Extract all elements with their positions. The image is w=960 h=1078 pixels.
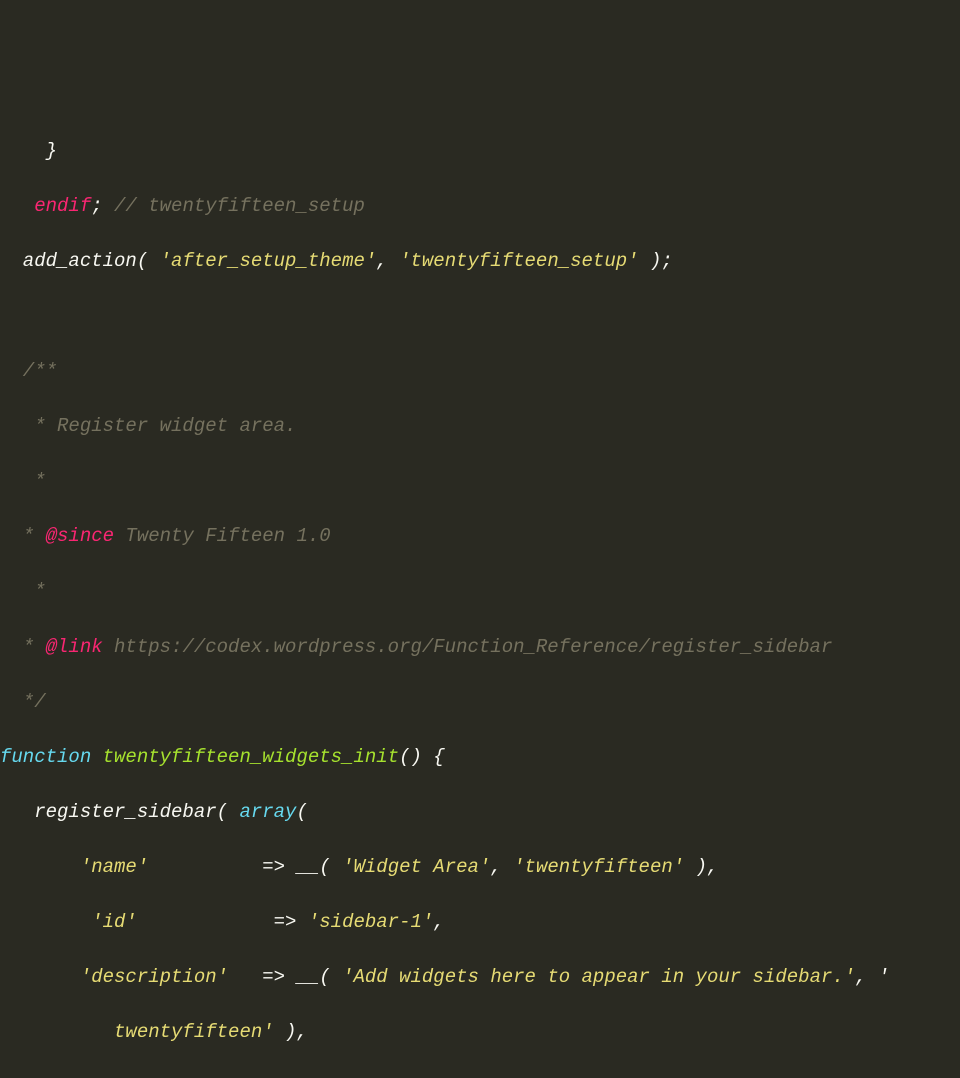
code-line: 'id' => 'sidebar-1', xyxy=(0,909,960,937)
code-line: register_sidebar( array( xyxy=(0,799,960,827)
array-key: 'name' xyxy=(0,856,148,878)
code-line: */ xyxy=(0,689,960,717)
paren-brace: () { xyxy=(399,746,445,768)
docblock-line: * xyxy=(0,470,46,492)
string: '<aside id="%1$s" class="widget %2$s">' xyxy=(285,1076,730,1078)
paren: ( xyxy=(319,966,342,988)
code-line xyxy=(0,303,960,331)
array-key: 'description' xyxy=(0,966,228,988)
function-call: add_action xyxy=(0,250,137,272)
arrow: => xyxy=(228,966,296,988)
docblock-url: https://codex.wordpress.org/Function_Ref… xyxy=(103,636,833,658)
docblock-line: * Register widget area. xyxy=(0,415,296,437)
docblock-tag-link: @link xyxy=(46,636,103,658)
string: 'Widget Area' xyxy=(342,856,490,878)
paren: ( xyxy=(319,856,342,878)
paren-close: ), xyxy=(684,856,718,878)
docblock-open: /** xyxy=(0,360,57,382)
code-editor: } endif; // twentyfifteen_setup add_acti… xyxy=(0,110,960,1078)
arrow: => xyxy=(239,1076,285,1078)
brace: } xyxy=(0,140,57,162)
comment: // twentyfifteen_setup xyxy=(114,195,365,217)
docblock-star: * xyxy=(0,525,46,547)
docblock-tag-since: @since xyxy=(46,525,114,547)
comma: , xyxy=(433,911,444,933)
comma: , xyxy=(490,856,513,878)
code-line: function twentyfifteen_widgets_init() { xyxy=(0,744,960,772)
code-line: } xyxy=(0,138,960,166)
string: 'after_setup_theme' xyxy=(160,250,377,272)
docblock-star: * xyxy=(0,636,46,658)
code-line: endif; // twentyfifteen_setup xyxy=(0,193,960,221)
string: 'Add widgets here to appear in your side… xyxy=(342,966,855,988)
paren: ( xyxy=(217,801,240,823)
paren-close: ); xyxy=(639,250,673,272)
docblock-close: */ xyxy=(0,691,46,713)
array-key: 'id' xyxy=(0,911,137,933)
array-key: 'before_widget' xyxy=(0,1076,239,1078)
function-call: __ xyxy=(296,966,319,988)
paren: ( xyxy=(296,801,307,823)
semicolon: ; xyxy=(91,195,114,217)
keyword-function: function xyxy=(0,746,91,768)
code-line: 'description' => __( 'Add widgets here t… xyxy=(0,964,960,992)
arrow: => xyxy=(137,911,308,933)
string: 'twentyfifteen' xyxy=(513,856,684,878)
code-line: * xyxy=(0,468,960,496)
code-line: * Register widget area. xyxy=(0,413,960,441)
code-line: 'before_widget' => '<aside id="%1$s" cla… xyxy=(0,1074,960,1078)
function-name: twentyfifteen_widgets_init xyxy=(91,746,399,768)
paren: ( xyxy=(137,250,160,272)
code-line: /** xyxy=(0,358,960,386)
comma: , xyxy=(376,250,399,272)
code-line: * @link https://codex.wordpress.org/Func… xyxy=(0,634,960,662)
paren-close: ), xyxy=(274,1021,308,1043)
comma: , xyxy=(730,1076,741,1078)
code-line: 'name' => __( 'Widget Area', 'twentyfift… xyxy=(0,854,960,882)
function-call: register_sidebar xyxy=(0,801,217,823)
keyword-endif: endif xyxy=(0,195,91,217)
string: 'twentyfifteen_setup' xyxy=(399,250,638,272)
comma: , ' xyxy=(855,966,889,988)
string: 'sidebar-1' xyxy=(308,911,433,933)
code-line: * @since Twenty Fifteen 1.0 xyxy=(0,523,960,551)
arrow: => xyxy=(148,856,296,878)
code-line: * xyxy=(0,578,960,606)
keyword-array: array xyxy=(239,801,296,823)
function-call: __ xyxy=(296,856,319,878)
docblock-text: Twenty Fifteen 1.0 xyxy=(114,525,331,547)
code-line: add_action( 'after_setup_theme', 'twenty… xyxy=(0,248,960,276)
code-line: twentyfifteen' ), xyxy=(0,1019,960,1047)
string-cont: twentyfifteen' xyxy=(0,1021,274,1043)
docblock-line: * xyxy=(0,580,46,602)
